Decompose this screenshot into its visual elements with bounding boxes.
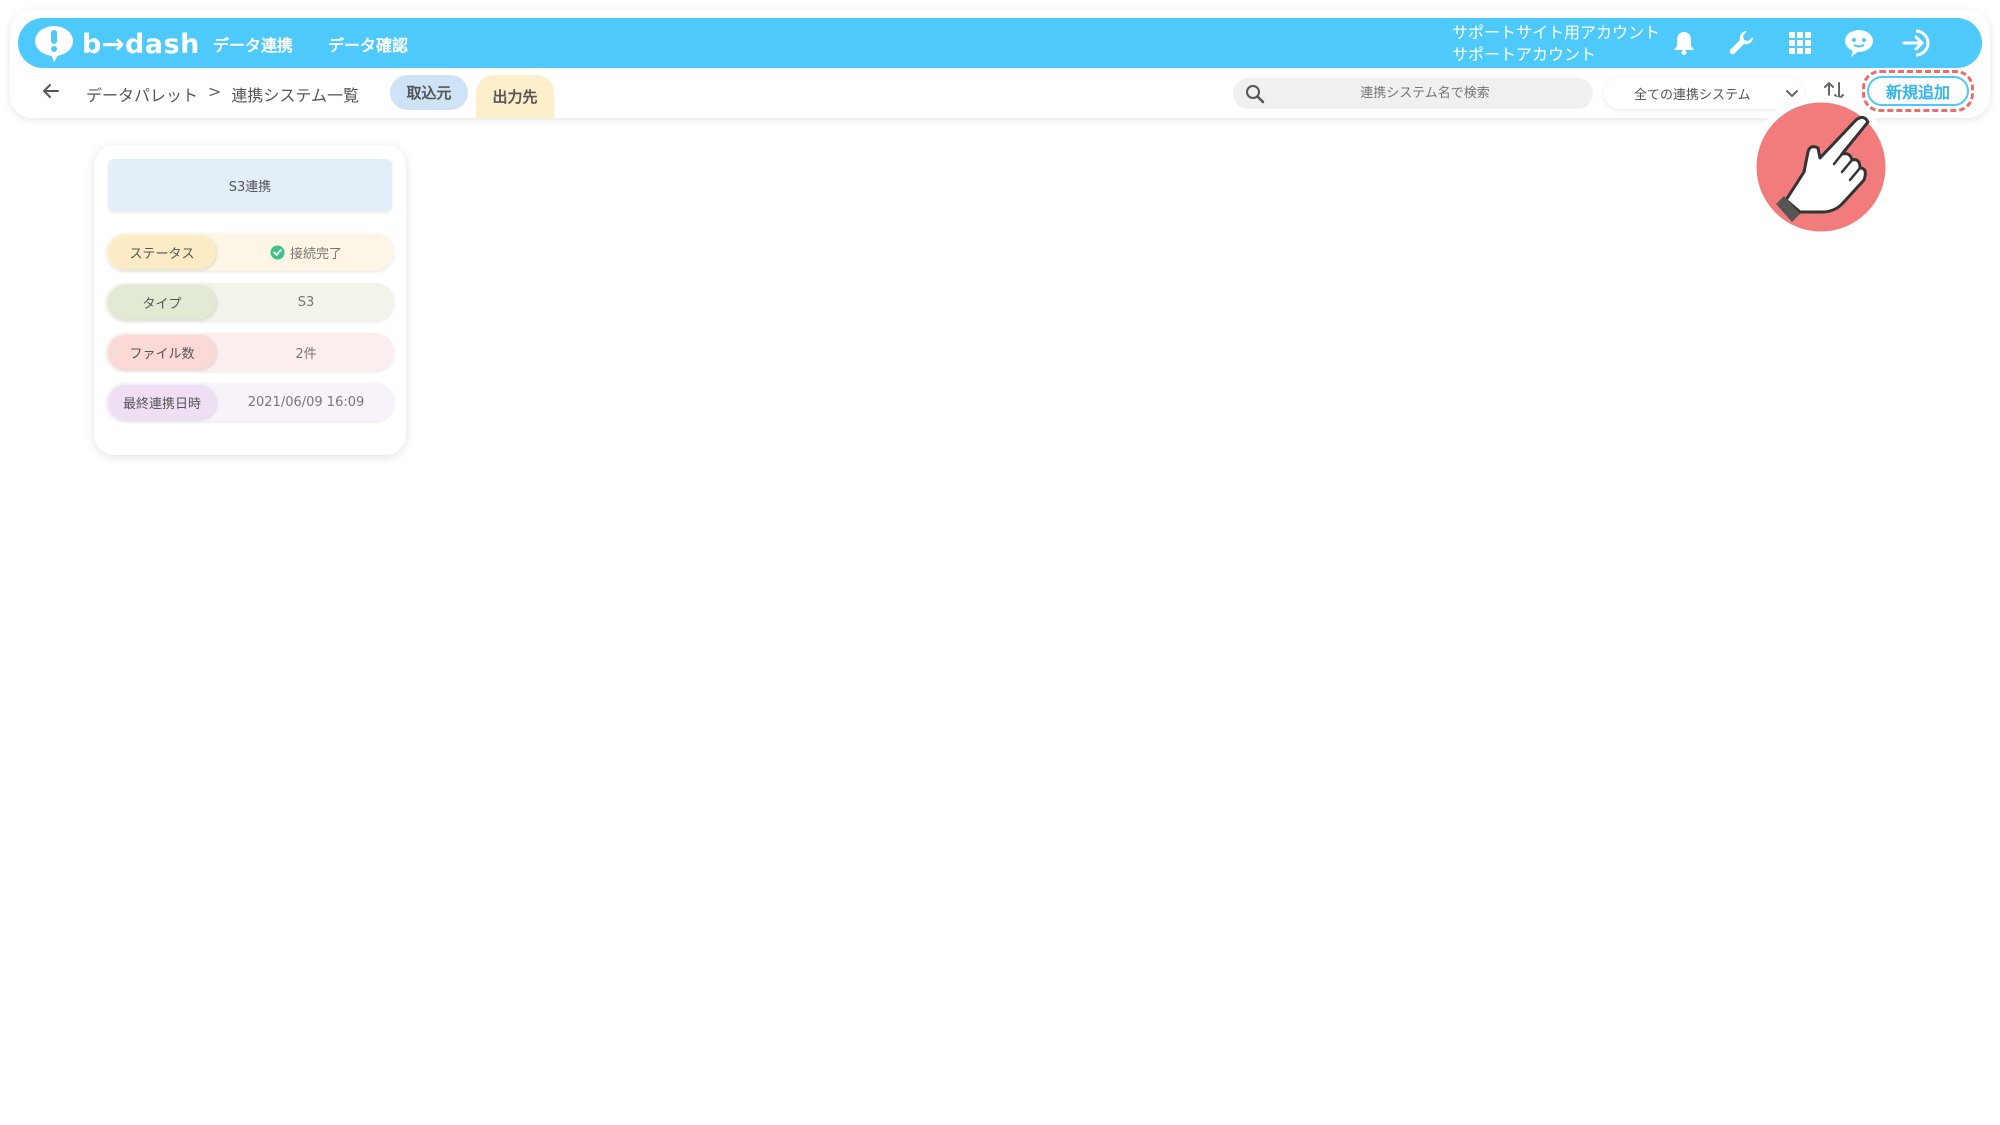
bell-icon[interactable] bbox=[1668, 27, 1700, 59]
breadcrumb-root[interactable]: データパレット bbox=[86, 82, 198, 106]
search-box bbox=[1233, 78, 1593, 109]
hand-pointer-icon bbox=[1749, 95, 1893, 239]
wrench-icon[interactable] bbox=[1725, 27, 1757, 59]
logo-text: b→dash bbox=[82, 28, 200, 60]
nav-data-link[interactable]: データ連携 bbox=[213, 32, 293, 56]
type-value: S3 bbox=[297, 294, 315, 310]
status-value: 接続完了 bbox=[218, 233, 394, 271]
logout-icon[interactable] bbox=[1902, 27, 1934, 59]
account-info[interactable]: サポートサイト用アカウント サポートアカウント bbox=[1452, 22, 1660, 66]
type-label: タイプ bbox=[108, 285, 216, 319]
apps-grid-icon[interactable] bbox=[1784, 27, 1816, 59]
file-count-value: 2件 bbox=[295, 346, 317, 362]
account-user-name: サポートアカウント bbox=[1452, 45, 1597, 64]
logo-bubble-icon bbox=[35, 26, 73, 62]
status-row: ステータス 接続完了 bbox=[106, 233, 394, 271]
file-count-row: ファイル数 2件 bbox=[106, 333, 394, 371]
tab-import-source[interactable]: 取込元 bbox=[390, 75, 468, 110]
filter-selected-value: 全ての連携システム bbox=[1634, 88, 1751, 103]
type-row: タイプ S3 bbox=[106, 283, 394, 321]
back-arrow-icon[interactable] bbox=[40, 80, 62, 102]
chat-bot-icon[interactable] bbox=[1843, 27, 1875, 59]
breadcrumb-separator: > bbox=[208, 82, 222, 101]
breadcrumb: データパレット > 連携システム一覧 bbox=[86, 82, 359, 106]
status-label: ステータス bbox=[108, 235, 216, 269]
check-circle-icon bbox=[270, 244, 285, 260]
search-input[interactable] bbox=[1277, 78, 1573, 109]
nav-data-check[interactable]: データ確認 bbox=[328, 32, 408, 56]
logo[interactable]: b→dash bbox=[34, 24, 200, 64]
integration-card[interactable]: S3連携 ステータス 接続完了 タイプ S3 ファイル数 2件 最終連携日時 2… bbox=[94, 145, 406, 455]
last-sync-row: 最終連携日時 2021/06/09 16:09 bbox=[106, 383, 394, 421]
breadcrumb-current: 連携システム一覧 bbox=[231, 86, 359, 105]
last-sync-label: 最終連携日時 bbox=[108, 385, 216, 419]
top-navigation-bar: b→dash データ連携 データ確認 サポートサイト用アカウント サポートアカウ… bbox=[18, 18, 1982, 68]
search-icon bbox=[1246, 85, 1265, 104]
status-value-text: 接続完了 bbox=[289, 246, 342, 262]
tab-export-destination[interactable]: 出力先 bbox=[476, 75, 554, 118]
last-sync-value: 2021/06/09 16:09 bbox=[247, 394, 365, 410]
card-title[interactable]: S3連携 bbox=[108, 159, 392, 211]
account-site-name: サポートサイト用アカウント bbox=[1452, 23, 1661, 42]
file-count-label: ファイル数 bbox=[108, 335, 216, 369]
